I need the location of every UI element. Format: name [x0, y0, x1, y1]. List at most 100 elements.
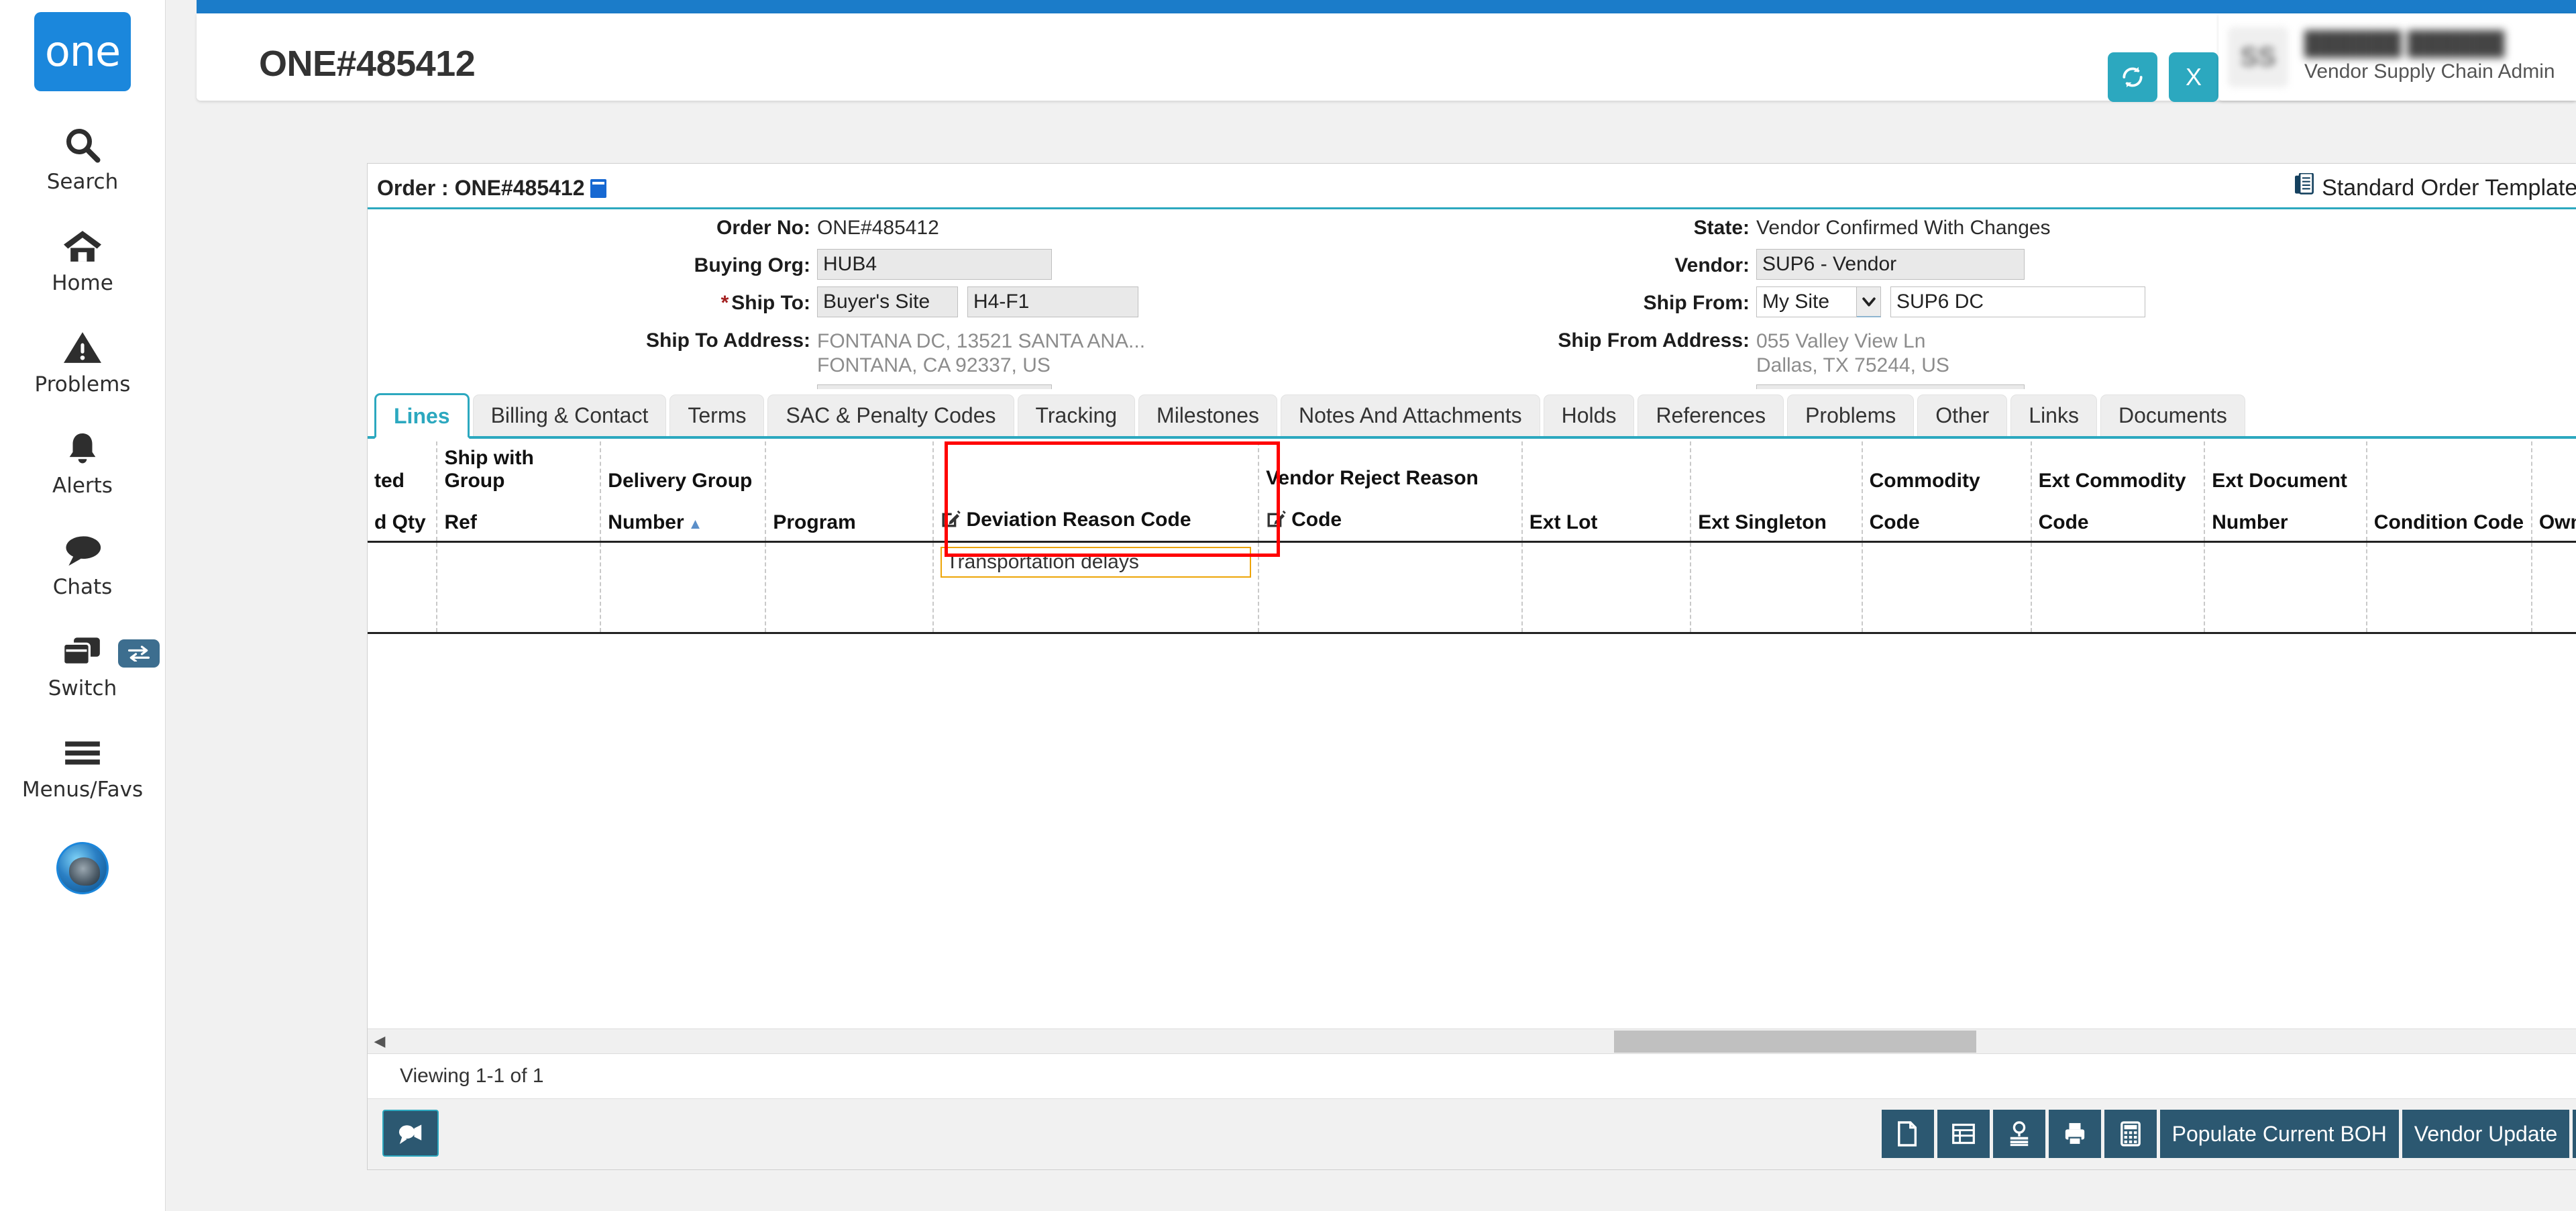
- sidebar-item-search[interactable]: Search: [0, 121, 165, 193]
- ship-from-select-value[interactable]: [1756, 286, 1857, 317]
- tab-tracking[interactable]: Tracking: [1018, 394, 1136, 436]
- column-header[interactable]: Ext CommodityCode: [2031, 441, 2205, 542]
- stamp-icon[interactable]: [1993, 1110, 2045, 1158]
- sidebar-item-chats[interactable]: Chats: [0, 526, 165, 598]
- column-header[interactable]: tedd Qty: [368, 441, 437, 542]
- form-label: Ship To Address:: [368, 324, 817, 352]
- table-cell[interactable]: [1862, 542, 2031, 633]
- tab-milestones[interactable]: Milestones: [1138, 394, 1277, 436]
- column-header-line2: Program: [773, 511, 926, 534]
- tab-references[interactable]: References: [1638, 394, 1784, 436]
- table-cell[interactable]: [2532, 542, 2576, 633]
- table-cell[interactable]: [600, 542, 765, 633]
- tab-notes-and-attachments[interactable]: Notes And Attachments: [1281, 394, 1540, 436]
- logo-text: one: [45, 31, 120, 72]
- form-row: Ship To Address:FONTANA DC, 13521 SANTA …: [368, 324, 1320, 378]
- table-cell[interactable]: [437, 542, 600, 633]
- column-header[interactable]: Owner Code: [2532, 441, 2576, 542]
- column-header-line2: Code: [2039, 511, 2198, 534]
- column-header-line2: Ref: [444, 511, 593, 534]
- tab-documents[interactable]: Documents: [2100, 394, 2245, 436]
- form-value: [817, 384, 1052, 389]
- parent-order-no-input[interactable]: [1756, 384, 2025, 389]
- tab-links[interactable]: Links: [2010, 394, 2097, 436]
- tab-other[interactable]: Other: [1917, 394, 2007, 436]
- form-label: Buying Org:: [368, 249, 817, 277]
- buying-org-input[interactable]: [817, 249, 1052, 280]
- column-header[interactable]: Ext Singleton: [1690, 441, 1862, 542]
- order-template-label: Standard Order Template: [2322, 175, 2576, 201]
- vendor-input[interactable]: [1756, 249, 2025, 280]
- order-template-selector[interactable]: Standard Order Template ▼: [2295, 173, 2576, 203]
- table-horizontal-scrollbar[interactable]: ◀ ▶: [368, 1029, 2576, 1054]
- sidebar-item-home[interactable]: Home: [0, 222, 165, 294]
- sidebar-item-switch[interactable]: Switch: [0, 627, 165, 699]
- print-icon[interactable]: [2049, 1110, 2101, 1158]
- column-header[interactable]: CommodityCode: [1862, 441, 2031, 542]
- tab-sac-penalty-codes[interactable]: SAC & Penalty Codes: [767, 394, 1014, 436]
- vendor-update-button[interactable]: Vendor Update: [2402, 1110, 2570, 1158]
- sidebar-item-alerts[interactable]: Alerts: [0, 425, 165, 496]
- ship-from-site-input[interactable]: [1890, 286, 2145, 317]
- table-cell[interactable]: [368, 542, 437, 633]
- column-header[interactable]: Ext Lot: [1522, 441, 1690, 542]
- column-header-line1: ted: [374, 470, 429, 492]
- table-cell[interactable]: [933, 542, 1258, 633]
- user-menu[interactable]: SS ██████ ██████ Vendor Supply Chain Adm…: [2218, 13, 2576, 101]
- order-form: Order No:ONE#485412Buying Org:*Ship To:S…: [368, 211, 2576, 389]
- tab-lines[interactable]: Lines: [374, 393, 470, 439]
- column-header[interactable]: Delivery GroupNumber▲: [600, 441, 765, 542]
- scroll-left-arrow[interactable]: ◀: [369, 1029, 390, 1053]
- one-network-logo[interactable]: one: [34, 12, 131, 91]
- table-cell[interactable]: [1258, 542, 1522, 633]
- panel-footer: Populate Current BOHVendor UpdateActions…: [368, 1098, 2576, 1169]
- column-header[interactable]: Program: [765, 441, 933, 542]
- form-row: *Ship To:: [368, 286, 1320, 317]
- table-cell[interactable]: [2031, 542, 2205, 633]
- home-icon: [62, 222, 103, 270]
- deviation-reason-code-input[interactable]: [941, 547, 1251, 578]
- tab-holds[interactable]: Holds: [1544, 394, 1635, 436]
- ship-to-secondary-input[interactable]: [967, 286, 1138, 317]
- table-header-row: tedd QtyShip with GroupRefDelivery Group…: [368, 441, 2576, 542]
- avatar[interactable]: [56, 842, 109, 894]
- ship-to-input[interactable]: [817, 286, 958, 317]
- sidebar-item-menus-favs[interactable]: Menus/Favs: [0, 729, 165, 800]
- populate-current-boh-button[interactable]: Populate Current BOH: [2160, 1110, 2399, 1158]
- top-accent-strip: [197, 0, 2576, 13]
- column-header[interactable]: Ship with GroupRef: [437, 441, 600, 542]
- column-header[interactable]: Deviation Reason Code: [933, 441, 1258, 542]
- column-header-line1: Ext Document: [2212, 470, 2359, 492]
- table-row[interactable]: [368, 542, 2576, 633]
- ship-from-address-value: 055 Valley View LnDallas, TX 75244, US: [1756, 324, 1949, 378]
- column-header-line1: [941, 467, 1251, 490]
- calculator-icon[interactable]: [2104, 1110, 2157, 1158]
- swap-arrows-icon[interactable]: [118, 639, 160, 668]
- column-header[interactable]: Ext DocumentNumber: [2204, 441, 2367, 542]
- table-cell[interactable]: [2204, 542, 2367, 633]
- horizontal-scroll-thumb[interactable]: [1614, 1031, 1976, 1053]
- edit-pencil-icon: [1266, 509, 1286, 534]
- column-header[interactable]: Condition Code: [2367, 441, 2532, 542]
- tab-billing-contact[interactable]: Billing & Contact: [473, 394, 667, 436]
- table-cell[interactable]: [765, 542, 933, 633]
- close-button[interactable]: X: [2169, 52, 2218, 102]
- tab-problems[interactable]: Problems: [1787, 394, 1914, 436]
- refresh-button[interactable]: [2108, 52, 2157, 102]
- actions-button[interactable]: Actions▼: [2573, 1110, 2576, 1158]
- copy-icon[interactable]: [1882, 1110, 1934, 1158]
- table-cell[interactable]: [1690, 542, 1862, 633]
- table-cell[interactable]: [2367, 542, 2532, 633]
- sidebar-item-problems[interactable]: Problems: [0, 323, 165, 395]
- chat-broadcast-icon[interactable]: [382, 1110, 439, 1157]
- table-body: [368, 542, 2576, 633]
- chevron-down-icon[interactable]: [1857, 286, 1881, 317]
- order-no-value: ONE#485412: [817, 211, 939, 240]
- ship-from-select[interactable]: [1756, 286, 1881, 317]
- record-count-label: Viewing 1-1 of 1: [400, 1065, 544, 1088]
- column-header[interactable]: Vendor Reject ReasonCode: [1258, 441, 1522, 542]
- trans-mode-input[interactable]: [817, 384, 1052, 389]
- tab-terms[interactable]: Terms: [669, 394, 764, 436]
- grid-icon[interactable]: [1937, 1110, 1990, 1158]
- table-cell[interactable]: [1522, 542, 1690, 633]
